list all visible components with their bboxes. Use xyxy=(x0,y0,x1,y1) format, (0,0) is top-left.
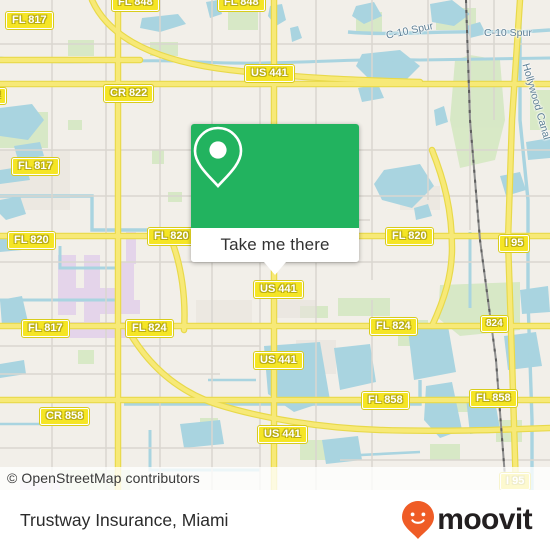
road-shield: US 441 xyxy=(253,351,304,370)
water-label: C-10 Spur xyxy=(484,27,532,39)
moovit-pin-icon xyxy=(402,501,435,539)
road-shield: US 441 xyxy=(257,425,308,444)
road-shield: 2 xyxy=(0,87,7,105)
road-shield: US 441 xyxy=(244,64,295,83)
footer-bar: Trustway Insurance, Miami moovit xyxy=(0,490,550,550)
road-shield: I 95 xyxy=(497,234,531,253)
road-shield: FL 817 xyxy=(5,11,54,30)
road-shield: US 441 xyxy=(253,280,304,299)
road-shield: FL 824 xyxy=(369,317,418,336)
road-shield: 824 xyxy=(480,315,509,333)
osm-attribution[interactable]: © OpenStreetMap contributors xyxy=(0,467,550,490)
take-me-there-label: Take me there xyxy=(220,235,330,254)
road-shield: FL 817 xyxy=(21,319,70,338)
popup-pointer xyxy=(264,262,286,275)
road-shield: FL 848 xyxy=(217,0,266,12)
moovit-logo[interactable]: moovit xyxy=(401,490,533,550)
road-shield: FL 824 xyxy=(125,319,174,338)
take-me-there-popup[interactable]: Take me there xyxy=(191,124,359,275)
road-shield: FL 820 xyxy=(385,227,434,246)
map-canvas[interactable]: FL 817 FL 848 FL 848 2 CR 822 US 441 FL 817 FL … xyxy=(0,0,550,490)
moovit-wordmark: moovit xyxy=(437,503,532,536)
road-shield: CR 858 xyxy=(38,407,91,426)
road-shield: FL 817 xyxy=(11,157,60,176)
popup-header xyxy=(191,124,359,228)
screenshot-root: FL 817 FL 848 FL 848 2 CR 822 US 441 FL 817 FL … xyxy=(0,0,550,550)
road-shield: FL 820 xyxy=(147,227,196,246)
place-title: Trustway Insurance, Miami xyxy=(20,510,229,530)
road-shield: CR 822 xyxy=(102,84,155,103)
road-shield: FL 858 xyxy=(469,389,518,408)
popup-body[interactable]: Take me there xyxy=(191,228,359,262)
road-shield: FL 820 xyxy=(7,231,56,250)
road-shield: FL 858 xyxy=(361,391,410,410)
road-shield: FL 848 xyxy=(111,0,160,12)
map-pin-icon xyxy=(193,126,243,188)
